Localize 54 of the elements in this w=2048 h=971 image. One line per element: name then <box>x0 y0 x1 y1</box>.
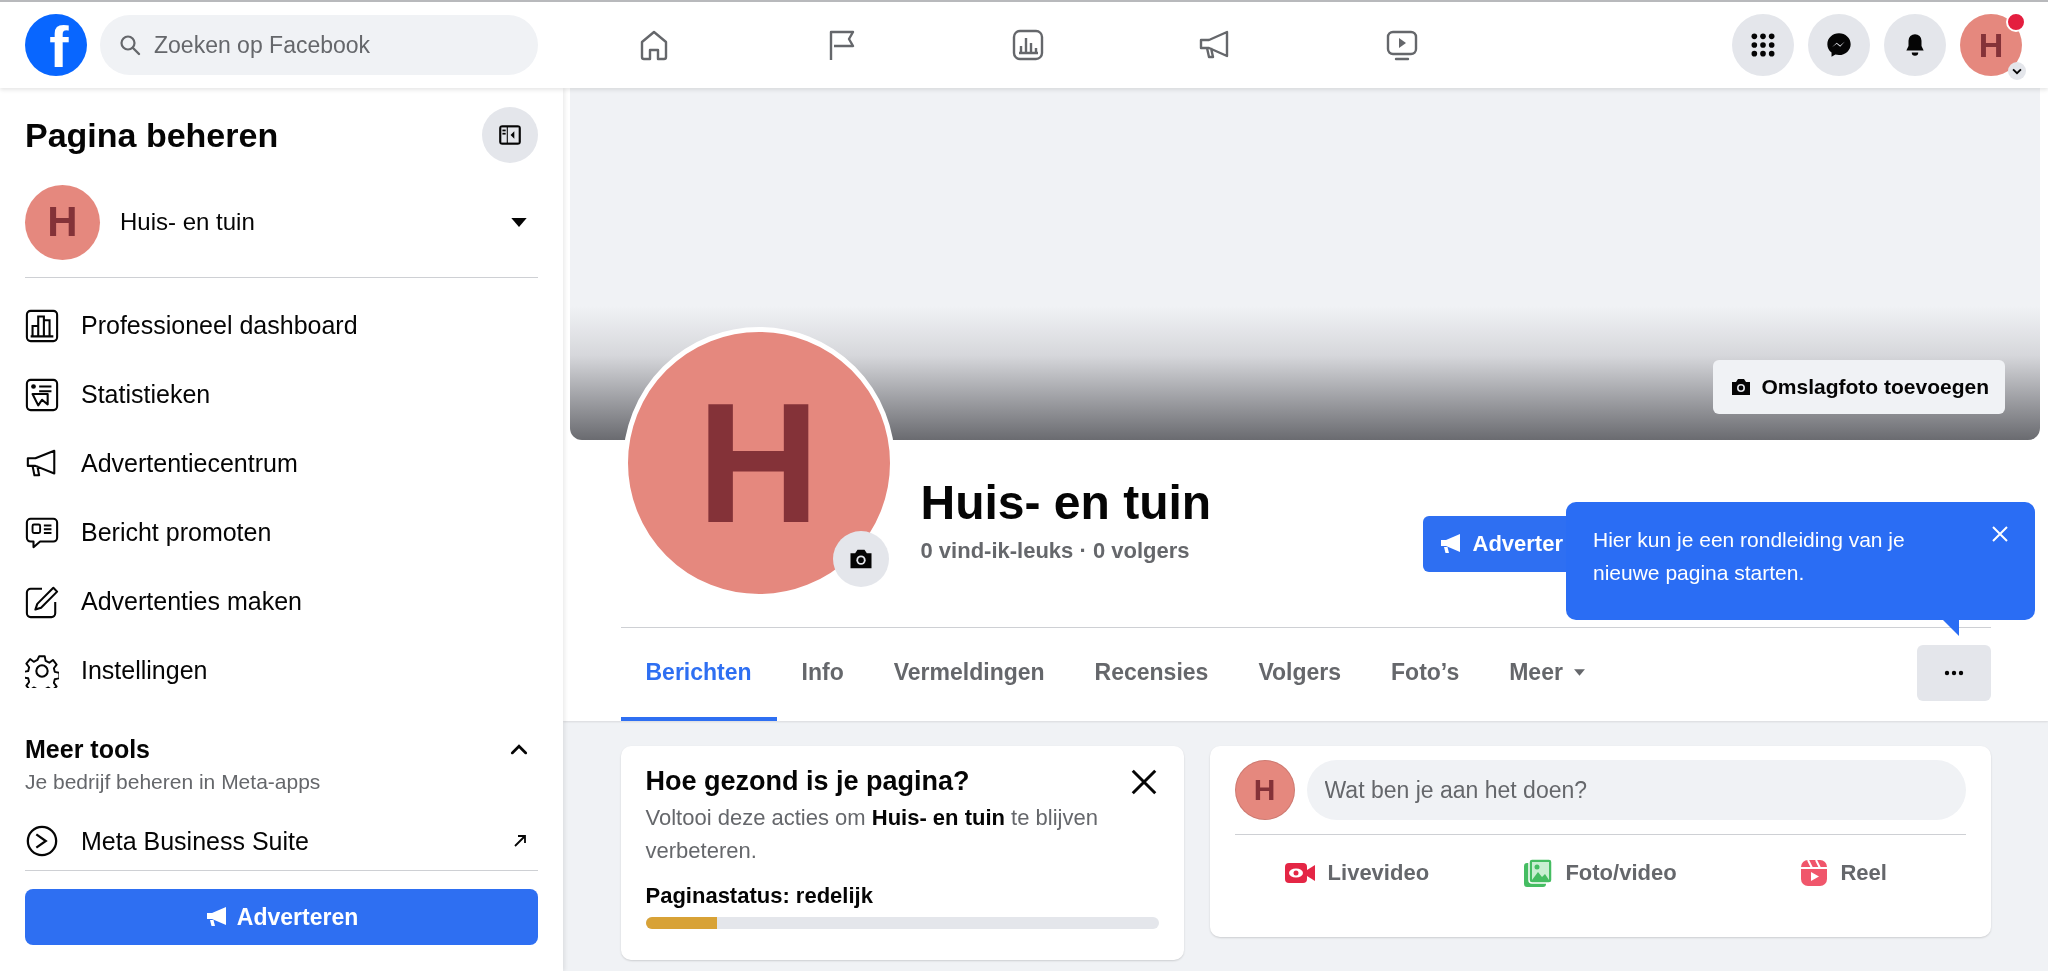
live-video-icon <box>1283 861 1316 885</box>
sidebar-menu-item[interactable]: Advertenties maken <box>25 567 538 636</box>
page-status: Paginastatus: redelijk <box>645 883 874 909</box>
search-icon <box>118 33 142 57</box>
page-stats: 0 vind-ik-leuks · 0 volgers <box>920 537 1191 564</box>
sidebar-panel-icon <box>497 122 523 148</box>
page-tab[interactable]: Recensies <box>1069 628 1234 721</box>
collapse-sidebar-button[interactable] <box>482 107 538 163</box>
page-tab[interactable]: Berichten <box>620 628 777 721</box>
post-input[interactable]: Wat ben je aan het doen? <box>1306 760 1966 820</box>
edit-icon <box>25 584 59 619</box>
page-name: Huis- en tuin <box>920 477 1212 530</box>
advertise-button[interactable]: Adverteren <box>25 889 538 945</box>
card-description: Voltooi deze acties om Huis- en tuin te blijven verbeteren. <box>645 804 1099 865</box>
page-tab[interactable]: Foto’s <box>1366 628 1485 721</box>
search-field[interactable]: Zoeken op Facebook <box>100 15 538 75</box>
more-tools-header[interactable]: Meer tools Je bedrijf beheren in Meta-apps <box>25 735 538 794</box>
sidebar-menu-item[interactable]: Bericht promoten <box>25 498 538 567</box>
dashboard-icon <box>25 308 59 343</box>
page-avatar: H <box>1234 760 1295 820</box>
page-tab[interactable]: Meer <box>1484 628 1611 721</box>
sidebar-menu-item[interactable]: Advertentiecentrum <box>25 429 538 498</box>
more-icon <box>1943 669 1964 676</box>
sidebar-menu-item[interactable]: Instellingen <box>25 636 538 705</box>
speech-bubble-icon <box>25 515 59 550</box>
add-cover-photo-button[interactable]: Omslagfoto toevoegen <box>1713 360 2005 414</box>
statistics-icon <box>25 377 59 412</box>
page-avatar: H <box>25 184 100 260</box>
sidebar-menu-item[interactable]: Professioneel dashboard <box>25 291 538 360</box>
composer-action[interactable]: Livevideo <box>1234 838 1479 908</box>
page-switcher[interactable]: H Huis- en tuin <box>25 180 538 264</box>
sidebar-link[interactable]: Meta Business Suite <box>25 812 538 870</box>
section-subtitle: Je bedrijf beheren in Meta-apps <box>25 770 321 794</box>
business-suite-icon <box>25 824 59 858</box>
card-title: Hoe gezond is je pagina? <box>645 766 970 797</box>
facebook-logo[interactable]: f <box>25 14 87 76</box>
photo-icon <box>1523 858 1554 888</box>
settings-icon <box>25 653 59 688</box>
chevron-icon[interactable] <box>2008 62 2026 80</box>
page-name: Huis- en tuin <box>120 208 255 236</box>
page-tab[interactable]: Info <box>776 628 869 721</box>
composer-action[interactable]: Reel <box>1721 838 1966 908</box>
page-tab[interactable]: Vermeldingen <box>868 628 1070 721</box>
megaphone-icon <box>1438 532 1463 556</box>
sidebar-menu-item[interactable]: Statistieken <box>25 360 538 429</box>
composer-action[interactable]: Foto/video <box>1478 838 1722 908</box>
page-tab[interactable]: Volgers <box>1233 628 1367 721</box>
caret-icon <box>510 216 528 228</box>
megaphone-icon <box>204 905 229 929</box>
section-title: Meer tools <box>25 735 152 764</box>
external-link-icon <box>512 833 528 849</box>
sidebar-title: Pagina beheren <box>25 115 279 155</box>
account-avatar[interactable]: H <box>1960 14 2022 76</box>
reel-icon <box>1800 859 1829 887</box>
